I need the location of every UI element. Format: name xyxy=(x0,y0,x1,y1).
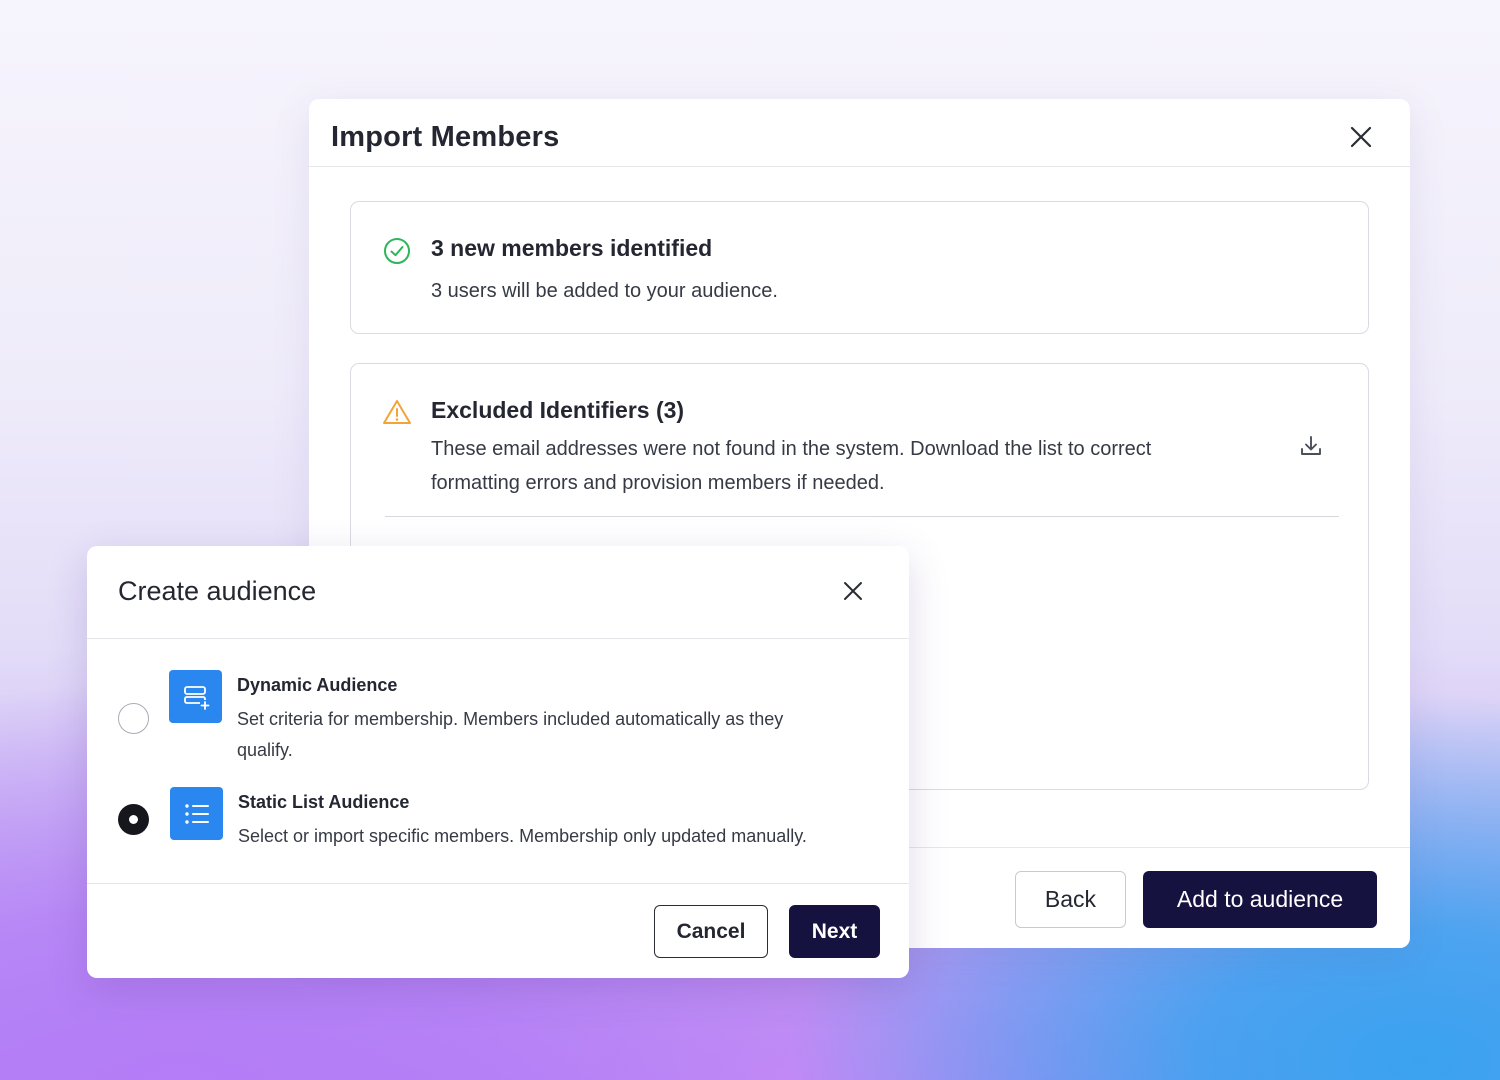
import-dialog-title: Import Members xyxy=(331,121,560,153)
list-icon xyxy=(170,787,223,840)
import-close-button[interactable] xyxy=(1345,121,1377,153)
dynamic-audience-desc-line1: Set criteria for membership. Members inc… xyxy=(237,709,784,729)
audience-close-button[interactable] xyxy=(837,575,869,607)
static-list-audience-title: Static List Audience xyxy=(238,792,410,812)
download-list-button[interactable] xyxy=(1297,432,1325,460)
next-button[interactable]: Next xyxy=(789,905,880,958)
audience-footer-divider xyxy=(87,883,909,884)
dynamic-audience-radio[interactable] xyxy=(118,703,149,734)
static-list-audience-radio[interactable] xyxy=(118,804,149,835)
cancel-button[interactable]: Cancel xyxy=(654,905,768,958)
new-members-title: 3 new members identified xyxy=(431,235,713,261)
create-audience-dialog: Create audience Dynamic Audience Set cri… xyxy=(87,546,909,978)
audience-dialog-header: Create audience xyxy=(87,546,909,639)
new-members-card: 3 new members identified 3 users will be… xyxy=(350,201,1369,334)
warning-triangle-icon xyxy=(383,400,411,424)
static-list-audience-desc: Select or import specific members. Membe… xyxy=(238,826,807,846)
close-icon xyxy=(1350,126,1372,148)
excluded-identifiers-text-line2: formatting errors and provision members … xyxy=(431,472,885,494)
dynamic-audience-option[interactable]: Dynamic Audience Set criteria for member… xyxy=(87,670,909,770)
download-icon xyxy=(1301,436,1321,455)
audience-dialog-title: Create audience xyxy=(118,576,317,606)
dynamic-audience-title: Dynamic Audience xyxy=(237,675,398,695)
new-members-text: 3 users will be added to your audience. xyxy=(431,280,778,302)
excluded-card-divider xyxy=(385,516,1339,517)
back-button[interactable]: Back xyxy=(1015,871,1126,928)
import-dialog-header: Import Members xyxy=(309,99,1410,167)
excluded-identifiers-text-line1: These email addresses were not found in … xyxy=(431,438,1152,460)
excluded-identifiers-title: Excluded Identifiers (3) xyxy=(431,397,685,423)
check-circle-icon xyxy=(384,238,410,264)
dynamic-audience-desc-line2: qualify. xyxy=(237,740,293,760)
static-list-audience-option[interactable]: Static List Audience Select or import sp… xyxy=(87,787,909,857)
add-to-audience-button[interactable]: Add to audience xyxy=(1143,871,1377,928)
dynamic-audience-icon xyxy=(169,670,222,723)
close-icon xyxy=(844,582,862,600)
